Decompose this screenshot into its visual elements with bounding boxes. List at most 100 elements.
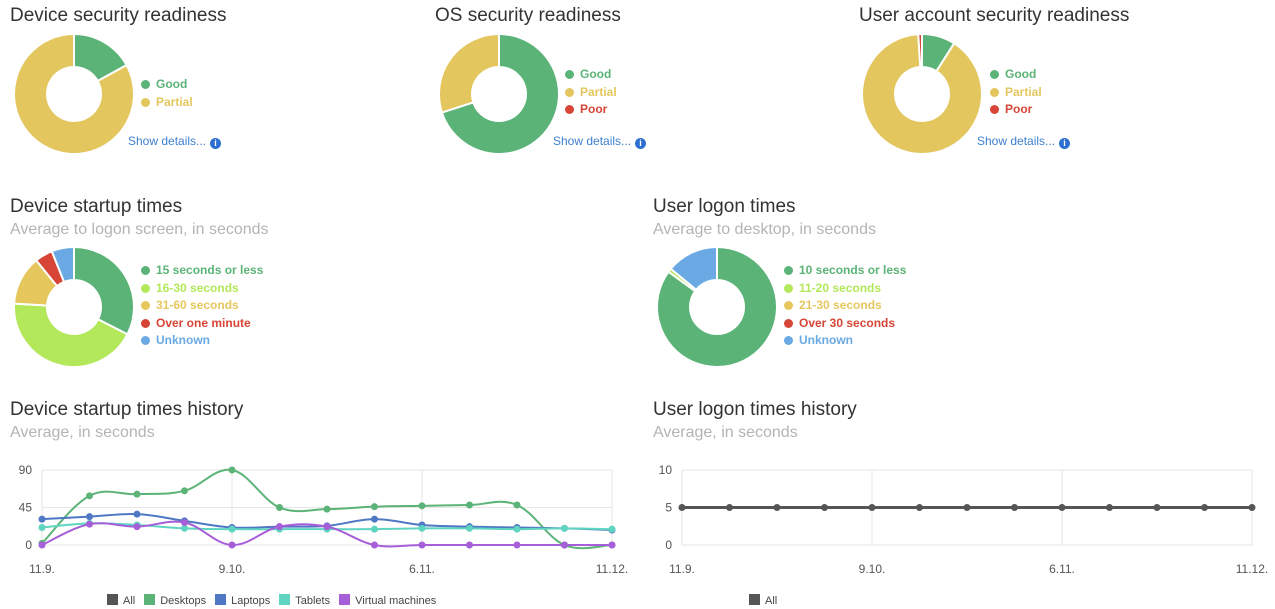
legend-label: 15 seconds or less	[156, 263, 264, 277]
legend-item-good: Good	[990, 66, 1042, 84]
legend-dot	[990, 87, 999, 97]
show-details-label: Show details...	[553, 134, 632, 148]
user-history-subtitle: Average, in seconds	[653, 424, 798, 441]
data-point-laptops	[133, 510, 141, 518]
legend-dot	[141, 283, 150, 293]
user-logon-legend: 10 seconds or less 11-20 seconds 21-30 sec…	[784, 262, 906, 350]
legend-item-15-seconds-or-less: 15 seconds or less	[141, 262, 263, 280]
data-point-laptops	[38, 515, 46, 523]
x-tick-label: 9.10.	[219, 562, 246, 576]
device-security-donut	[13, 32, 135, 155]
legend-dot	[784, 283, 793, 293]
legend-item-16-30-seconds: 16-30 seconds	[141, 280, 263, 298]
y-tick-label: 90	[19, 463, 33, 477]
data-point-all	[726, 504, 733, 511]
data-point-desktops	[513, 501, 521, 509]
legend-item-partial: Partial	[565, 84, 617, 102]
y-tick-label: 0	[25, 538, 32, 552]
legend-dot	[141, 336, 150, 345]
data-point-virtual-machines	[86, 520, 93, 528]
os-security-show-details-link[interactable]: Show details... i	[553, 134, 647, 149]
device-security-legend: Good Partial	[141, 76, 193, 111]
user-logon-donut	[656, 245, 778, 368]
data-point-all	[1058, 504, 1066, 511]
data-point-virtual-machines	[38, 541, 46, 549]
legend-label: Partial	[580, 84, 617, 99]
data-point-all	[773, 504, 781, 511]
legend-item-11-20-seconds: 11-20 seconds	[784, 280, 906, 298]
data-point-virtual-machines	[608, 541, 616, 549]
legend-item-31-60-seconds: 31-60 seconds	[141, 297, 263, 315]
legend-item-good: Good	[141, 76, 193, 94]
device-security-title: Device security readiness	[10, 5, 227, 26]
user-security-show-details-link[interactable]: Show details... i	[977, 134, 1071, 149]
legend-dot	[565, 87, 574, 97]
x-tick-label: 11.12.	[596, 562, 628, 576]
data-point-virtual-machines	[466, 541, 473, 549]
legend-item-laptops[interactable]: Laptops	[215, 594, 271, 607]
data-point-all	[1248, 504, 1256, 511]
legend-dot	[565, 70, 574, 79]
legend-label: Good	[1005, 67, 1037, 81]
device-history-line-chart: 11.9. 9.10. 6.11. 11.12. 0 45 90	[19, 463, 629, 576]
info-icon: i	[635, 138, 647, 149]
legend-dot	[784, 266, 793, 275]
legend-item-poor: Poor	[565, 101, 617, 119]
legend-dot	[141, 301, 150, 310]
legend-dot	[784, 336, 793, 345]
device-history-legend: All Desktops Laptops Tablets Virtual machine…	[107, 594, 445, 607]
legend-item-over-30-seconds: Over 30 seconds	[784, 315, 906, 333]
legend-item-virtual-machines[interactable]: Virtual machines	[339, 594, 437, 607]
os-security-title: OS security readiness	[435, 5, 621, 26]
user-history-line-chart: 11.9. 9.10. 6.11. 11.12. 0 5 10	[659, 463, 1269, 576]
legend-dot	[565, 105, 574, 114]
legend-swatch	[144, 594, 156, 605]
data-point-virtual-machines	[276, 523, 283, 531]
data-point-tablets	[418, 524, 426, 532]
legend-label: Unknown	[799, 333, 853, 347]
y-tick-label: 0	[665, 538, 672, 552]
legend-dot	[990, 105, 999, 114]
y-tick-label: 45	[19, 501, 33, 515]
data-point-desktops	[371, 503, 378, 511]
data-point-tablets	[561, 524, 568, 532]
legend-item-all[interactable]: All	[749, 594, 778, 607]
data-point-desktops	[181, 487, 188, 495]
legend-item-all[interactable]: All	[107, 594, 135, 607]
legend-label: Good	[580, 67, 612, 81]
legend-item-desktops[interactable]: Desktops	[144, 594, 207, 607]
legend-label: Laptops	[231, 595, 271, 607]
legend-swatch	[749, 594, 760, 605]
device-startup-legend: 15 seconds or less 16-30 seconds 31-60 sec…	[141, 262, 263, 350]
user-history-title: User logon times history	[653, 399, 857, 420]
data-point-virtual-machines	[418, 541, 426, 549]
device-security-show-details-link[interactable]: Show details... i	[128, 134, 222, 149]
legend-dot	[141, 80, 150, 89]
legend-label: Desktops	[160, 595, 207, 607]
legend-dot	[141, 97, 150, 107]
data-point-virtual-machines	[133, 523, 141, 531]
os-security-legend: Good Partial Poor	[565, 66, 617, 119]
legend-item-poor: Poor	[990, 101, 1042, 119]
data-point-desktops	[418, 502, 426, 510]
data-point-all	[678, 504, 686, 511]
data-point-tablets	[608, 525, 616, 533]
legend-swatch	[279, 594, 291, 605]
x-tick-label: 6.11.	[409, 562, 435, 576]
device-history-subtitle: Average, in seconds	[10, 424, 155, 441]
legend-label: Poor	[580, 102, 608, 116]
data-point-desktops	[466, 501, 473, 509]
legend-label: Good	[156, 77, 188, 91]
legend-item-tablets[interactable]: Tablets	[279, 594, 330, 607]
legend-label: 11-20 seconds	[799, 280, 882, 295]
data-point-tablets	[466, 524, 473, 532]
data-point-all	[1106, 504, 1113, 511]
data-point-all	[821, 504, 828, 511]
y-tick-label: 10	[659, 463, 673, 477]
legend-label: All	[765, 595, 778, 607]
data-point-laptops	[86, 513, 93, 521]
y-tick-label: 5	[665, 501, 672, 515]
legend-swatch	[339, 594, 351, 605]
legend-label: Virtual machines	[355, 595, 437, 607]
device-startup-title: Device startup times	[10, 196, 183, 217]
